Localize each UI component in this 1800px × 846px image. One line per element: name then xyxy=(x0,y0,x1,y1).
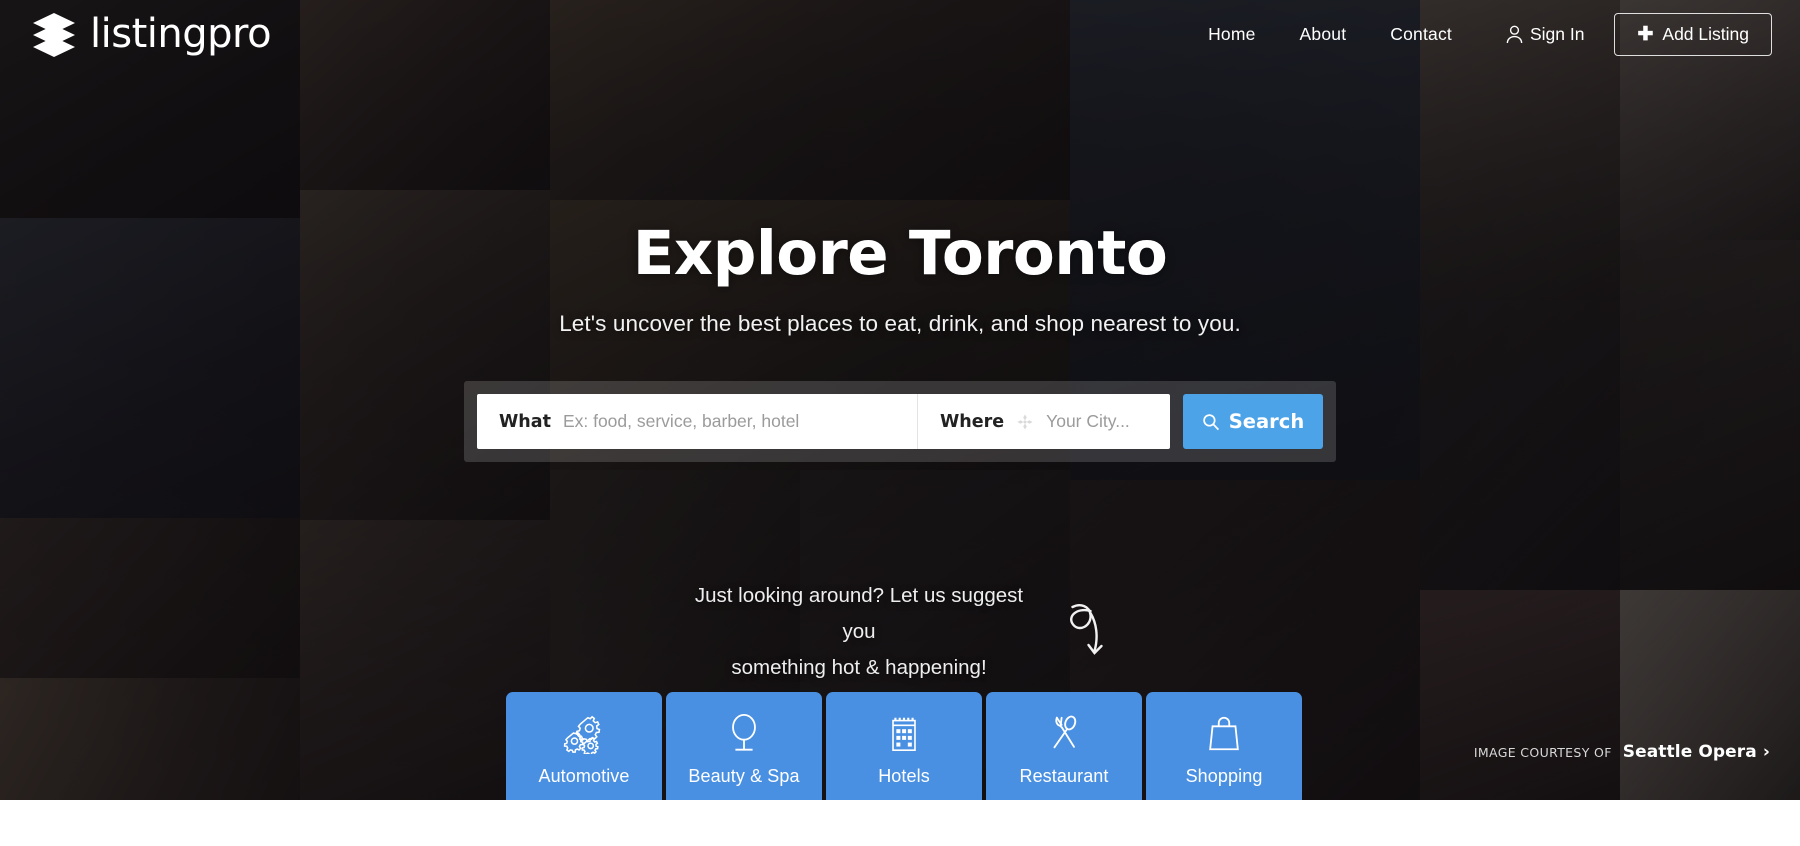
category-label: Beauty & Spa xyxy=(688,766,800,786)
category-label: Shopping xyxy=(1185,766,1263,786)
image-credit-prefix: IMAGE COURTESY OF xyxy=(1473,745,1612,760)
search-what-field[interactable]: What xyxy=(477,394,918,449)
hero-subtitle: Let's uncover the best places to eat, dr… xyxy=(559,311,1241,336)
search-button-label: Search xyxy=(1228,410,1305,433)
building-icon xyxy=(892,717,916,751)
main-navigation: Home About Contact Sign In ✚ Add Listing xyxy=(1186,12,1772,56)
what-label: What xyxy=(499,411,551,432)
page-bottom-strip xyxy=(0,800,1800,846)
fork-spoon-icon xyxy=(1053,715,1077,749)
category-label: Hotels xyxy=(878,766,930,786)
stacked-layers-icon xyxy=(33,13,75,57)
sign-in-label: Sign In xyxy=(1530,23,1585,44)
image-credit-name: Seattle Opera xyxy=(1622,742,1757,762)
image-credit: IMAGE COURTESY OF Seattle Opera › xyxy=(1474,742,1770,762)
image-credit-link[interactable]: Seattle Opera › xyxy=(1623,742,1770,762)
nav-item-about[interactable]: About xyxy=(1278,18,1369,51)
site-logo[interactable]: listingpro xyxy=(30,11,272,57)
site-header: listingpro Home About Contact Sign In ✚ … xyxy=(0,0,1800,68)
category-tile-shopping[interactable]: Shopping xyxy=(1146,692,1302,800)
search-what-input[interactable] xyxy=(562,411,895,432)
page-title: Explore Toronto xyxy=(632,218,1168,289)
category-label: Automotive xyxy=(538,766,630,786)
category-tile-beauty-spa[interactable]: Beauty & Spa xyxy=(666,692,822,800)
search-fields: What Where xyxy=(477,394,1170,449)
shopping-bag-icon xyxy=(1209,716,1239,751)
user-icon xyxy=(1506,25,1523,43)
nav-item-contact[interactable]: Contact xyxy=(1368,18,1474,51)
category-tiles: Automotive Beauty & Spa Hotels Restauran… xyxy=(506,692,1302,800)
hero-content: Explore Toronto Let's uncover the best p… xyxy=(0,0,1800,800)
hero-banner: listingpro Home About Contact Sign In ✚ … xyxy=(0,0,1800,800)
add-listing-button[interactable]: ✚ Add Listing xyxy=(1614,12,1772,56)
geo-crosshair-icon[interactable] xyxy=(1016,413,1034,431)
category-tile-automotive[interactable]: Automotive xyxy=(506,692,662,800)
nav-item-home[interactable]: Home xyxy=(1186,18,1277,51)
category-label: Restaurant xyxy=(1019,766,1109,786)
sign-in-link[interactable]: Sign In xyxy=(1488,18,1598,51)
category-tile-restaurant[interactable]: Restaurant xyxy=(986,692,1142,800)
search-bar: What Where xyxy=(464,381,1336,462)
where-label: Where xyxy=(940,411,1005,432)
chevron-right-icon: › xyxy=(1762,742,1770,762)
plus-icon: ✚ xyxy=(1637,23,1654,45)
vanity-mirror-icon xyxy=(732,713,756,751)
gears-icon xyxy=(563,715,601,754)
add-listing-label: Add Listing xyxy=(1662,23,1749,44)
search-button[interactable]: Search xyxy=(1183,394,1323,449)
search-where-input[interactable] xyxy=(1046,411,1148,432)
category-tile-hotels[interactable]: Hotels xyxy=(826,692,982,800)
magnifier-icon xyxy=(1202,413,1219,430)
logo-wordmark: listingpro xyxy=(90,11,272,57)
search-where-field[interactable]: Where xyxy=(918,394,1170,449)
